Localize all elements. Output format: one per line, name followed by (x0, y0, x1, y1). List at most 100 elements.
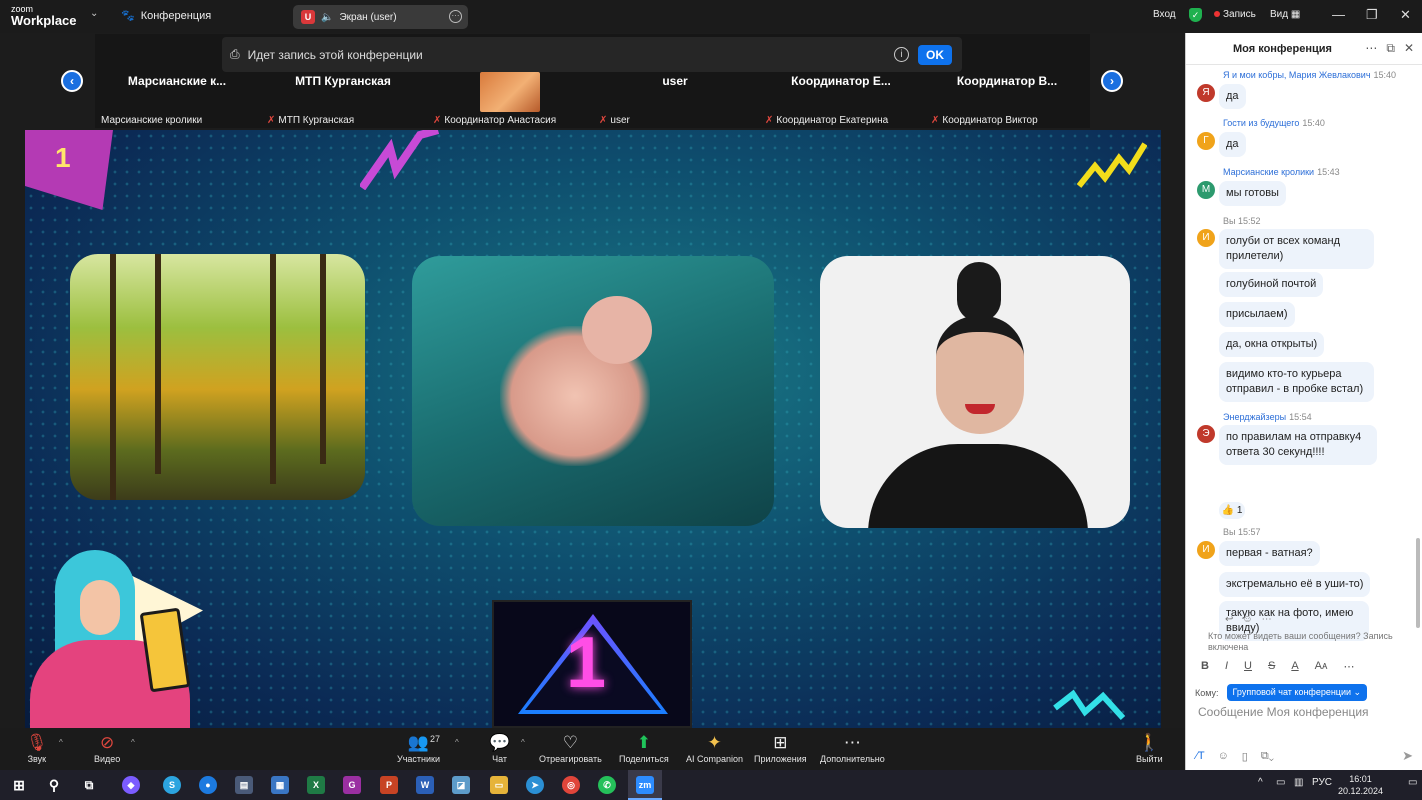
recipient-select[interactable]: Групповой чат конференции ⌄ (1226, 684, 1368, 701)
reply-icon[interactable]: ↩ (1225, 614, 1233, 625)
mic-muted-icon: ✗ (765, 115, 774, 126)
participants-options-chevron-icon[interactable]: ^ (455, 738, 459, 747)
language-indicator[interactable]: РУС (1312, 777, 1332, 788)
avatar: И (1197, 541, 1215, 559)
emoji-icon[interactable]: ☺ (1242, 614, 1252, 625)
file-explorer-icon[interactable]: ▭ (490, 776, 508, 794)
message-time: 15:40 (1302, 118, 1325, 128)
next-page-icon[interactable]: › (1101, 70, 1123, 92)
info-icon[interactable]: i (894, 47, 909, 62)
shield-icon[interactable]: ✓ (1189, 8, 1202, 22)
file-icon[interactable]: ▯ (1242, 750, 1248, 763)
more-icon[interactable]: ⋯ (1365, 41, 1377, 56)
powerpoint-icon[interactable]: P (380, 776, 398, 794)
cartoon-girl-face (80, 580, 120, 635)
underline-icon[interactable]: U (1244, 660, 1252, 672)
participants-icon: 👥 (407, 733, 430, 752)
participant-label: Марсианские кролики (101, 115, 202, 126)
participant-label-text: МТП Курганская (278, 115, 355, 126)
emoji-icon[interactable]: ☺ (1218, 750, 1229, 763)
app-icon[interactable]: ▦ (271, 776, 289, 794)
app-icon[interactable]: ◪ (452, 776, 470, 794)
minimize-icon[interactable]: — (1332, 7, 1345, 22)
more-button[interactable]: ⋯ Дополнительно (820, 732, 885, 764)
chat-options-chevron-icon[interactable]: ^ (521, 738, 525, 747)
view-button[interactable]: Вид ▦ (1270, 9, 1300, 20)
pop-out-icon[interactable]: ⧉ (1386, 41, 1395, 56)
video-button[interactable]: ⊘ Видео (94, 732, 120, 764)
clock[interactable]: 16:01 20.12.2024 (1338, 773, 1383, 797)
login-button[interactable]: Вход (1153, 9, 1176, 20)
calculator-icon[interactable]: ▤ (235, 776, 253, 794)
participant-label-text: Марсианские кролики (101, 115, 203, 126)
share-label: Поделиться (619, 754, 669, 764)
chevron-down-icon[interactable]: ⌄ (90, 8, 98, 19)
close-icon[interactable]: ✕ (1404, 41, 1414, 56)
react-button[interactable]: ♡ Отреагировать (539, 732, 602, 764)
text-color-icon[interactable]: A (1291, 660, 1298, 672)
participant-label-text: Координатор Екатерина (776, 115, 889, 126)
word-icon[interactable]: W (416, 776, 434, 794)
participant-label: ✗ МТП Курганская (267, 115, 354, 126)
send-icon[interactable]: ➤ (1402, 748, 1413, 764)
windows-start-icon[interactable]: ⊞ (10, 776, 28, 794)
mic-muted-icon: ✗ (267, 115, 276, 126)
search-icon[interactable]: ⚲ (45, 776, 63, 794)
message-bubble: по правилам на отправку4 ответа 30 секун… (1219, 425, 1377, 465)
tray-app-icon[interactable]: ▭ (1276, 777, 1285, 788)
chat-button[interactable]: 💬 Чат (489, 732, 510, 764)
telegram-icon[interactable]: ➤ (526, 776, 544, 794)
record-indicator[interactable]: Запись (1214, 9, 1256, 20)
share-button[interactable]: ⬆ Поделиться (619, 732, 669, 764)
message-input[interactable]: Сообщение Моя конференция (1198, 705, 1369, 719)
video-options-chevron-icon[interactable]: ^ (131, 738, 135, 747)
leave-button[interactable]: 🚶 Выйти (1136, 732, 1163, 764)
screen-share-pill[interactable]: U 🔈 Экран (user) ··· (293, 5, 468, 29)
screenshot-icon[interactable]: ⧉⌄ (1261, 750, 1274, 763)
conference-menu[interactable]: 🐾 Конференция (121, 9, 212, 23)
network-icon[interactable]: ▥ (1294, 777, 1303, 788)
chrome-icon[interactable]: ◎ (562, 776, 580, 794)
close-icon[interactable]: ✕ (1400, 7, 1411, 23)
ai-companion-button[interactable]: ✦ AI Companion (686, 732, 743, 764)
skype-icon[interactable]: S (163, 776, 181, 794)
leave-icon: 🚶 (1138, 733, 1160, 752)
audio-options-chevron-icon[interactable]: ^ (59, 738, 63, 747)
privacy-notice[interactable]: Кто может видеть ваши сообщения? Запись … (1208, 631, 1418, 653)
audio-button[interactable]: 🎙 Звук (26, 732, 48, 764)
chat-label: Чат (492, 754, 508, 764)
more-icon[interactable]: ··· (449, 10, 462, 23)
prev-page-icon[interactable]: ‹ (61, 70, 83, 92)
maximize-icon[interactable]: ❐ (1366, 7, 1378, 23)
message-bubble: голубиной почтой (1219, 272, 1324, 297)
baby-head (582, 296, 652, 364)
format-icon[interactable]: ⁄T (1196, 750, 1205, 763)
notifications-icon[interactable]: ▭ (1408, 777, 1417, 788)
message-sender: Марсианские кролики 15:43 (1223, 167, 1340, 177)
to-label: Кому: (1195, 687, 1219, 698)
bold-icon[interactable]: B (1201, 660, 1209, 672)
italic-icon[interactable]: I (1225, 660, 1228, 672)
more-icon[interactable]: ⋯ (1262, 614, 1272, 625)
thumbs-up-reaction[interactable]: 👍 1 (1219, 502, 1245, 519)
apps-button[interactable]: ⊞ Приложения (754, 732, 807, 764)
app-icon[interactable]: ◆ (122, 776, 140, 794)
whatsapp-icon[interactable]: ✆ (598, 776, 616, 794)
app-icon[interactable]: ● (199, 776, 217, 794)
font-size-icon[interactable]: Aᴀ (1315, 660, 1328, 672)
tree-trunk (320, 254, 326, 464)
app-icon[interactable]: G (343, 776, 361, 794)
strikethrough-icon[interactable]: S (1268, 660, 1275, 672)
task-view-icon[interactable]: ⧉ (80, 776, 98, 794)
more-icon[interactable]: ⋯ (1343, 660, 1354, 673)
mic-muted-icon: ✗ (931, 115, 940, 126)
conference-label: Конференция (140, 9, 212, 22)
excel-icon[interactable]: X (307, 776, 325, 794)
ok-button[interactable]: OK (918, 45, 952, 65)
apps-label: Приложения (754, 754, 807, 764)
more-label: Дополнительно (820, 754, 885, 764)
zoom-taskbar-icon[interactable]: zm (636, 776, 654, 794)
chat-scrollbar[interactable] (1416, 538, 1420, 628)
chat-header: Моя конференция ⋯ ⧉ ✕ (1186, 33, 1422, 65)
tray-chevron-icon[interactable]: ^ (1258, 777, 1263, 788)
